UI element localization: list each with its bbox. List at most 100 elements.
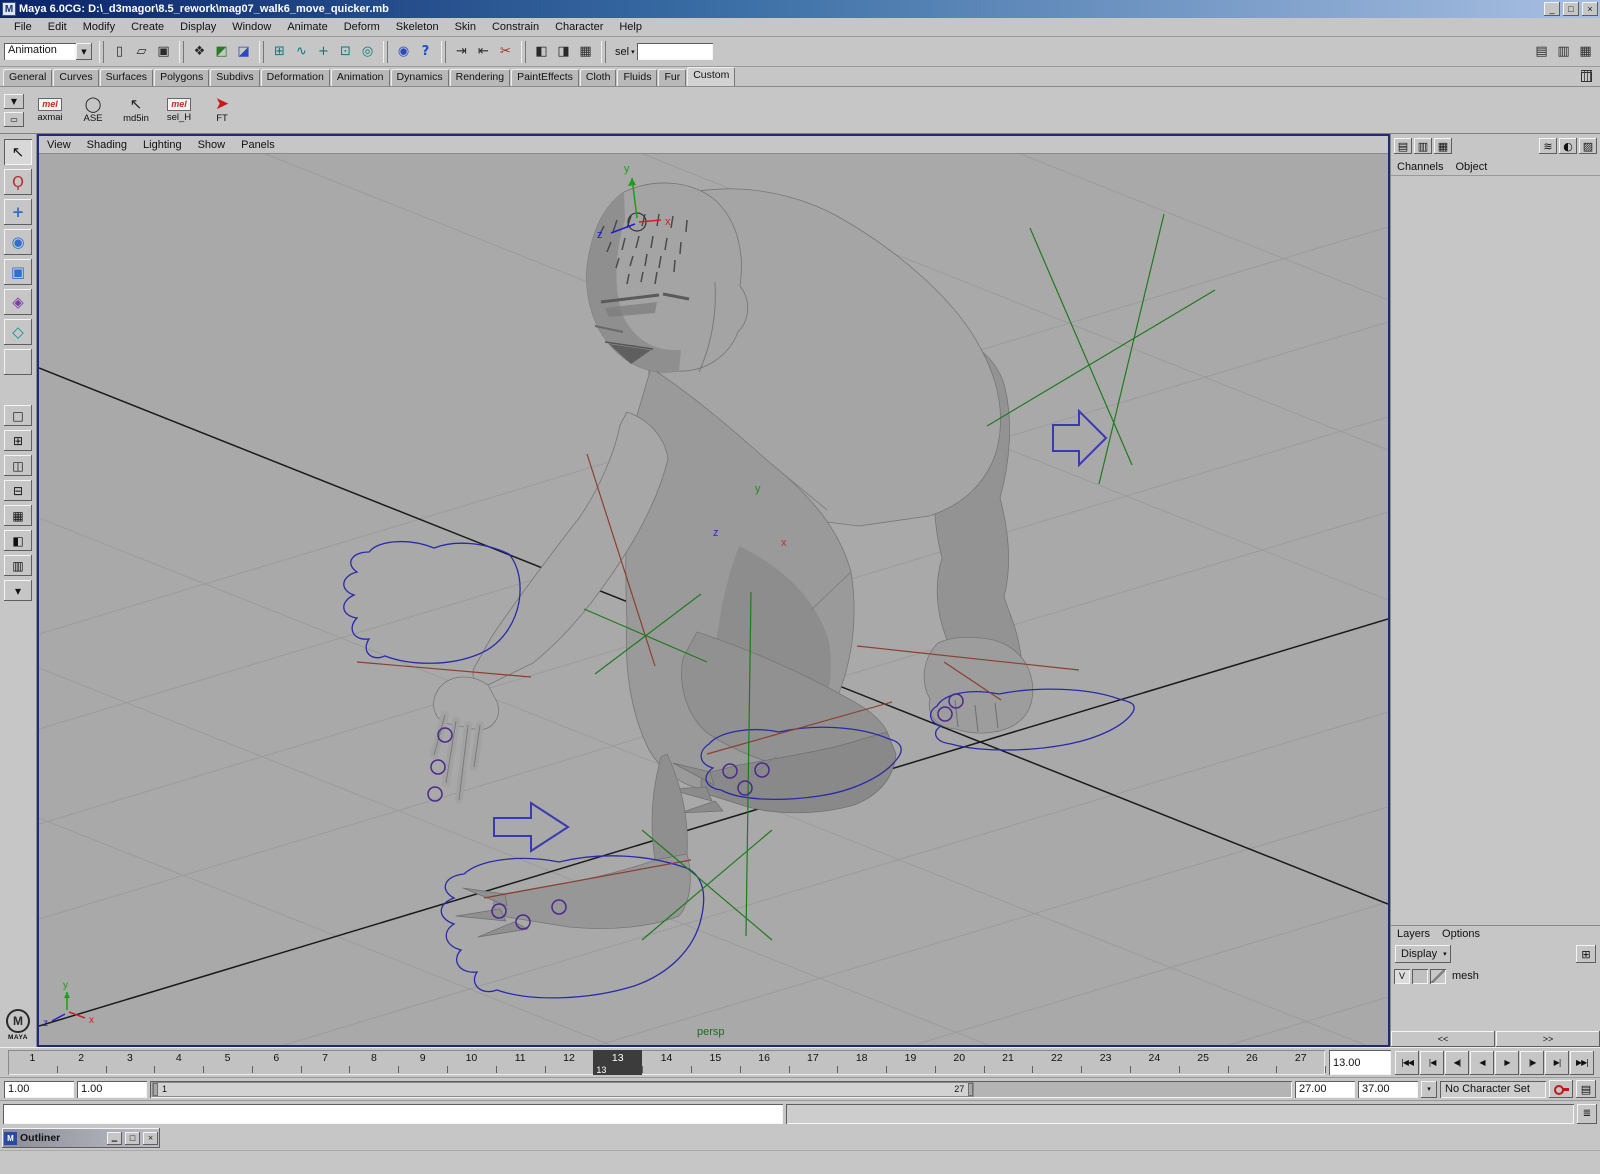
timeline-frame-cell[interactable]: 9 <box>398 1050 448 1075</box>
timeline-frame-cell[interactable]: 7 <box>301 1050 351 1075</box>
timeline-frame-cell[interactable]: 26 <box>1228 1050 1278 1075</box>
trash-icon[interactable] <box>1576 65 1597 86</box>
timeline-frame-cell[interactable]: 12 <box>545 1050 595 1075</box>
shelf-tab[interactable]: Custom <box>687 67 736 86</box>
snap-view-button[interactable]: ⊡ <box>335 41 356 62</box>
menu-item[interactable]: Window <box>224 20 279 34</box>
shelf-tab[interactable]: Fluids <box>617 69 658 86</box>
layout-misc-button[interactable]: ▥ <box>4 555 32 576</box>
select-tool-button[interactable]: ↖ <box>4 139 32 165</box>
range-start-handle[interactable] <box>153 1082 158 1096</box>
menu-item[interactable]: Animate <box>279 20 335 34</box>
snap-grid-button[interactable]: ⊞ <box>269 41 290 62</box>
shelf-item-ft[interactable]: ➤ FT <box>202 89 242 131</box>
render-current-frame-button[interactable]: ◧ <box>531 41 552 62</box>
layer-scroll-right-button[interactable]: >> <box>1496 1031 1600 1047</box>
save-scene-button[interactable]: ▣ <box>153 41 174 62</box>
chevron-down-icon[interactable]: ▾ <box>631 48 635 56</box>
move-tool-button[interactable]: + <box>4 199 32 225</box>
layout-persp-outliner-button[interactable]: ◫ <box>4 455 32 476</box>
scale-tool-button[interactable]: ▣ <box>4 259 32 285</box>
ipr-render-button[interactable]: ◨ <box>553 41 574 62</box>
channel-edit-button[interactable]: ▨ <box>1579 138 1597 154</box>
time-slider[interactable]: 1234567891011121314151617181920212223242… <box>8 1050 1326 1075</box>
shelf-item-axmai[interactable]: mel axmai <box>30 89 70 131</box>
create-layer-button[interactable]: ⊞ <box>1576 945 1596 963</box>
range-slider-track[interactable]: 1 27 <box>150 1080 1292 1098</box>
step-forward-key-button[interactable]: ▶| <box>1545 1050 1569 1075</box>
shelf-tab[interactable]: Polygons <box>154 69 210 86</box>
layer-visibility-toggle[interactable]: V <box>1394 968 1410 984</box>
layout-persp-graph-button[interactable]: ◧ <box>4 530 32 551</box>
panel-menu-item[interactable]: View <box>47 139 71 151</box>
menu-item[interactable]: Modify <box>75 20 123 34</box>
shelf-tab[interactable]: Dynamics <box>390 69 449 86</box>
panel-menu-item[interactable]: Panels <box>241 139 275 151</box>
step-back-frame-button[interactable]: ◀| <box>1445 1050 1469 1075</box>
range-end-handle[interactable] <box>968 1082 974 1096</box>
select-hierarchy-button[interactable]: ❖ <box>189 41 210 62</box>
outliner-close-button[interactable]: × <box>143 1131 158 1145</box>
layout-four-pane-button[interactable]: ⊞ <box>4 430 32 451</box>
timeline-frame-cell[interactable]: 6 <box>252 1050 302 1075</box>
viewport-canvas[interactable]: y z x y x z y x z persp <box>39 154 1388 1045</box>
layout-single-pane-button[interactable]: □ <box>4 405 32 426</box>
select-component-button[interactable]: ◪ <box>233 41 254 62</box>
menu-item[interactable]: Deform <box>336 20 388 34</box>
chevron-down-icon[interactable]: ▼ <box>76 43 92 60</box>
menu-item[interactable]: Skeleton <box>388 20 447 34</box>
shelf-tab[interactable]: PaintEffects <box>511 69 579 86</box>
channels-menu[interactable]: Channels <box>1397 161 1443 173</box>
panel-menu-item[interactable]: Lighting <box>143 139 182 151</box>
channel-split-view-button[interactable]: ▦ <box>1434 138 1452 154</box>
character-set-dropdown-arrow[interactable]: ▾ <box>1421 1080 1437 1098</box>
minimize-button[interactable]: _ <box>1544 2 1560 16</box>
layer-playback-toggle[interactable] <box>1412 968 1428 984</box>
go-to-start-button[interactable]: |◀◀ <box>1395 1050 1419 1075</box>
timeline-frame-cell[interactable]: 11 <box>496 1050 546 1075</box>
step-forward-frame-button[interactable]: |▶ <box>1520 1050 1544 1075</box>
channel-layer-view-button[interactable]: ▥ <box>1414 138 1432 154</box>
menu-item[interactable]: Display <box>172 20 224 34</box>
timeline-frame-cell[interactable]: 22 <box>1032 1050 1082 1075</box>
outliner-restore-button[interactable]: □ <box>125 1131 140 1145</box>
ui-layout-preset-button[interactable]: ▥ <box>1553 41 1574 62</box>
menu-item[interactable]: File <box>6 20 40 34</box>
layout-hypergraph-button[interactable]: ▦ <box>4 505 32 526</box>
channel-list-view-button[interactable]: ▤ <box>1394 138 1412 154</box>
layout-menu-button[interactable]: ▾ <box>4 580 32 601</box>
render-globals-button[interactable]: ▦ <box>575 41 596 62</box>
timeline-frame-cell[interactable]: 10 <box>447 1050 497 1075</box>
timeline-frame-cell[interactable]: 2 <box>57 1050 107 1075</box>
shelf-tab[interactable]: Deformation <box>260 69 330 86</box>
shelf-tab[interactable]: Rendering <box>449 69 511 86</box>
shelf-item-ase[interactable]: ◯ ASE <box>73 89 113 131</box>
menu-item[interactable]: Help <box>611 20 650 34</box>
channel-box-body[interactable] <box>1391 176 1600 925</box>
timeline-frame-cell[interactable]: 18 <box>837 1050 887 1075</box>
shelf-tab[interactable]: Animation <box>330 69 390 86</box>
shelf-menu-button[interactable]: ▼ <box>4 93 24 109</box>
menu-set-selector[interactable]: Animation ▼ <box>4 43 92 60</box>
help-button[interactable]: ? <box>415 41 436 62</box>
timeline-frame-cell[interactable]: 19 <box>886 1050 936 1075</box>
animation-end-field[interactable]: 37.00 <box>1358 1080 1418 1098</box>
current-time-field[interactable]: 13.00 <box>1329 1050 1391 1075</box>
layer-mode-dropdown[interactable]: Display ▾ <box>1395 945 1451 963</box>
timeline-frame-cell[interactable]: 13 <box>593 1050 643 1075</box>
timeline-frame-cell[interactable]: 25 <box>1179 1050 1229 1075</box>
make-live-button[interactable]: ◉ <box>393 41 414 62</box>
show-manipulator-tool-button[interactable]: ◇ <box>4 319 32 345</box>
script-editor-button[interactable]: ≣ <box>1577 1103 1597 1124</box>
outliner-minimized-window[interactable]: M Outliner ▁ □ × <box>2 1128 160 1148</box>
output-connections-button[interactable]: ⇤ <box>473 41 494 62</box>
timeline-frame-cell[interactable]: 14 <box>642 1050 692 1075</box>
quick-select-input[interactable] <box>636 43 713 60</box>
timeline-frame-cell[interactable]: 1 <box>8 1050 58 1075</box>
menu-item[interactable]: Character <box>547 20 611 34</box>
go-to-end-button[interactable]: ▶▶| <box>1570 1050 1594 1075</box>
timeline-frame-cell[interactable]: 3 <box>106 1050 156 1075</box>
layers-menu[interactable]: Layers <box>1397 928 1430 940</box>
layer-color-swatch[interactable] <box>1430 968 1446 984</box>
snap-point-button[interactable]: + <box>313 41 334 62</box>
